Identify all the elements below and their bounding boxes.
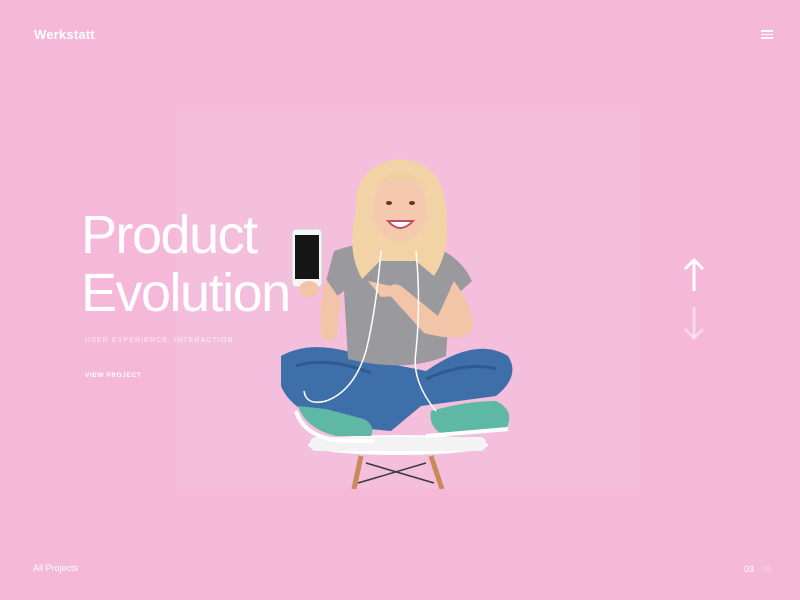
project-title-line2: Evolution: [81, 263, 291, 323]
slide-current-index: 03: [744, 564, 755, 574]
arrow-down-glyph: [683, 307, 705, 341]
project-title-line1: Product: [81, 205, 258, 265]
view-project-link[interactable]: VIEW PROJECT: [85, 372, 141, 379]
hamburger-menu-icon[interactable]: [761, 30, 773, 40]
all-projects-link[interactable]: All Projects: [33, 563, 78, 573]
brand-logo[interactable]: Werkstatt: [34, 27, 95, 42]
menu-line: [761, 33, 773, 35]
project-title: Product Evolution: [81, 205, 291, 323]
arrow-down-icon[interactable]: [683, 305, 705, 341]
arrow-up-glyph: [683, 257, 705, 291]
menu-line: [761, 37, 773, 39]
menu-line: [761, 30, 773, 32]
page: Werkstatt Product Evolution USER EXPERIE…: [0, 0, 800, 600]
slide-total-index: 06: [762, 564, 773, 574]
project-tags: USER EXPERIENCE, INTERACTION: [85, 337, 234, 344]
slide-counter: 03 06: [744, 564, 772, 574]
arrow-up-icon[interactable]: [683, 257, 705, 293]
